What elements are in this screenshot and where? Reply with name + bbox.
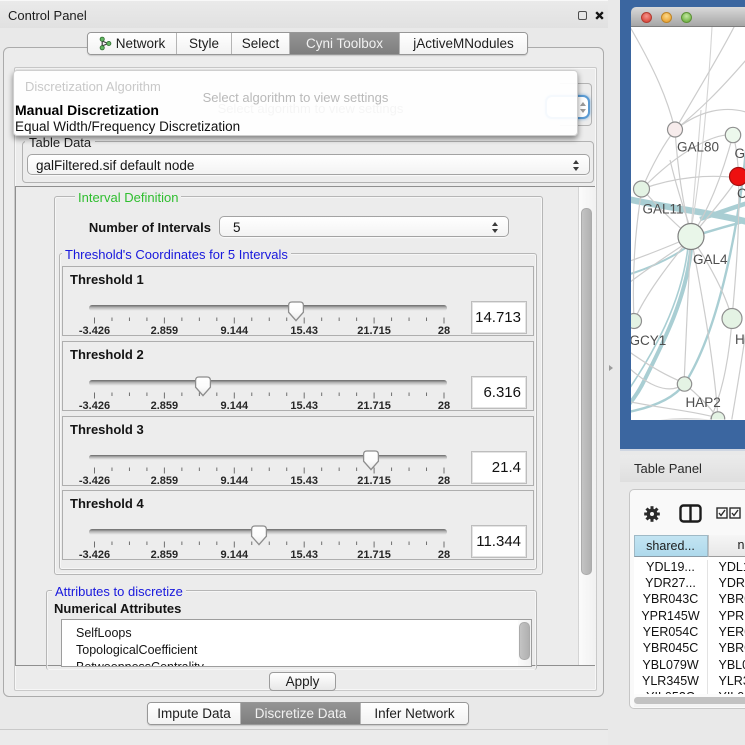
svg-text:GCY1: GCY1 [630, 333, 667, 348]
svg-text:GAL4: GAL4 [693, 252, 728, 267]
svg-text:HAP2: HAP2 [686, 395, 721, 410]
svg-text:H: H [735, 332, 745, 347]
svg-text:GAL80: GAL80 [677, 140, 719, 155]
svg-text:GAL11: GAL11 [643, 202, 684, 217]
svg-text:GA: GA [735, 146, 745, 161]
svg-text:C: C [737, 186, 745, 201]
